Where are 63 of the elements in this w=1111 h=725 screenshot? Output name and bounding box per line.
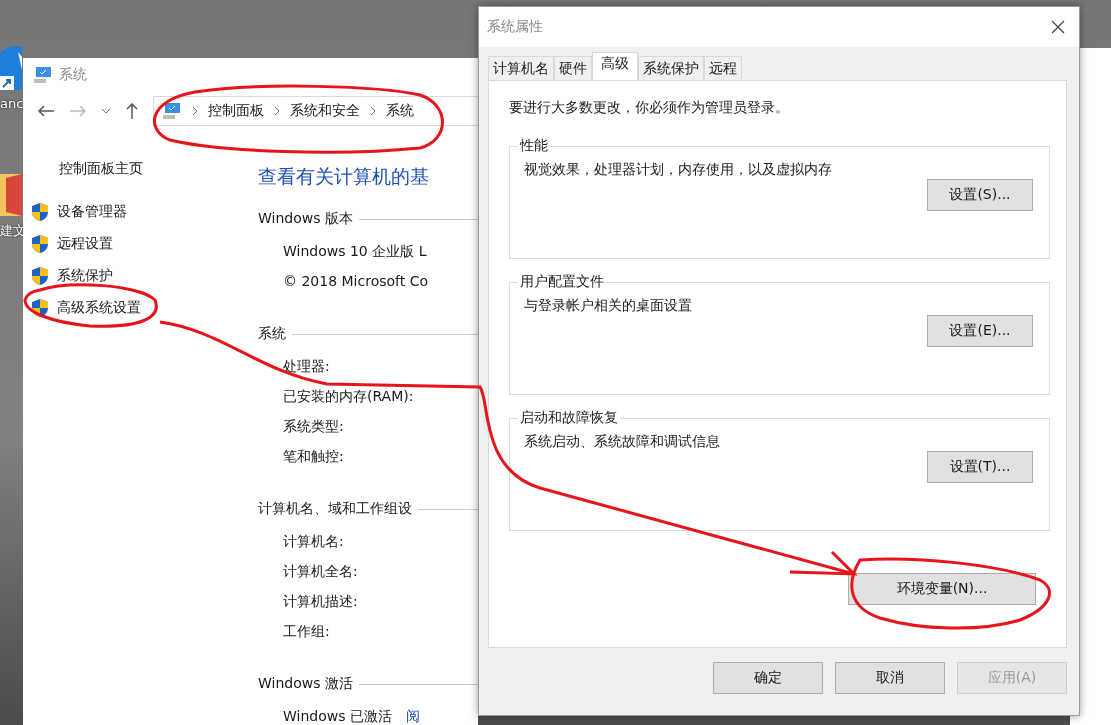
info-label: Windows 已激活 [283, 708, 392, 725]
sidebar-link[interactable]: 控制面板主页 [59, 160, 258, 178]
settings-button[interactable]: 设置(S)... [927, 179, 1033, 211]
app-icon[interactable] [0, 44, 22, 90]
close-icon[interactable] [1051, 20, 1065, 34]
info-label: 计算机全名: [283, 563, 358, 581]
sidebar-link[interactable]: 系统保护 [57, 267, 113, 285]
info-label: 系统类型: [283, 418, 344, 436]
info-label: 计算机名: [283, 533, 344, 551]
computer-icon [33, 66, 53, 84]
section-title: Windows 版本 [258, 210, 353, 228]
page-heading: 查看有关计算机的基 [258, 164, 430, 189]
breadcrumb-item[interactable]: 系统和安全 [290, 102, 360, 120]
sidebar-link[interactable]: 设备管理器 [57, 203, 127, 221]
breadcrumb-item[interactable]: 系统 [386, 102, 414, 120]
tab[interactable]: 计算机名 [488, 56, 554, 80]
dropdown-icon[interactable] [101, 108, 111, 114]
environment-variables-button[interactable]: 环境变量(N)... [848, 573, 1036, 605]
tab[interactable]: 系统保护 [638, 56, 704, 80]
shield-icon [31, 266, 49, 286]
read-link[interactable]: 阅 [405, 708, 420, 725]
section-title: 计算机名、域和工作组设 [258, 500, 412, 518]
settings-button[interactable]: 设置(T)... [927, 451, 1033, 483]
group-description: 视觉效果，处理器计划，内存使用，以及虚拟内存 [524, 161, 833, 179]
sidebar-link[interactable]: 远程设置 [57, 235, 113, 253]
group-title: 用户配置文件 [519, 273, 605, 291]
info-label: 计算机描述: [283, 593, 358, 611]
tab[interactable]: 远程 [704, 56, 742, 80]
section-title: 系统 [258, 325, 286, 343]
chevron-icon [370, 106, 376, 116]
desktop-icon-label[interactable]: anc [0, 96, 24, 111]
shield-icon [31, 298, 49, 318]
folder-icon[interactable] [0, 172, 22, 216]
tab[interactable]: 硬件 [554, 56, 592, 80]
address-bar[interactable]: 控制面板 系统和安全 系统 [153, 96, 478, 126]
settings-button[interactable]: 设置(E)... [927, 315, 1033, 347]
info-label: 已安装的内存(RAM): [283, 388, 414, 406]
info-label: © 2018 Microsoft Co [283, 273, 429, 291]
chevron-icon [192, 106, 198, 116]
sidebar-link[interactable]: 高级系统设置 [57, 299, 141, 317]
desktop-icon-label[interactable]: 建文 [0, 222, 26, 240]
dialog-button[interactable]: 确定 [713, 662, 823, 694]
computer-icon [162, 102, 182, 120]
dialog-button[interactable]: 取消 [835, 662, 945, 694]
info-label: 笔和触控: [283, 448, 344, 466]
group-title: 性能 [518, 137, 549, 155]
shield-icon [31, 234, 49, 254]
notice-text: 要进行大多数更改，你必须作为管理员登录。 [509, 99, 790, 117]
chevron-icon [274, 106, 280, 116]
group-description: 与登录帐户相关的桌面设置 [524, 297, 693, 315]
shield-icon [31, 202, 49, 222]
tab[interactable]: 高级 [592, 52, 638, 80]
window-title: 系统 [59, 66, 87, 84]
info-label: Windows 10 企业版 L [283, 243, 427, 261]
breadcrumb-item[interactable]: 控制面板 [208, 102, 264, 120]
group-description: 系统启动、系统故障和调试信息 [524, 433, 721, 451]
info-label: 工作组: [283, 623, 330, 641]
dialog-title: 系统属性 [487, 18, 543, 36]
info-label: 处理器: [283, 358, 330, 376]
up-icon[interactable] [125, 102, 139, 120]
back-icon[interactable] [37, 104, 55, 118]
group-title: 启动和故障恢复 [519, 409, 619, 427]
section-title: Windows 激活 [258, 675, 353, 693]
